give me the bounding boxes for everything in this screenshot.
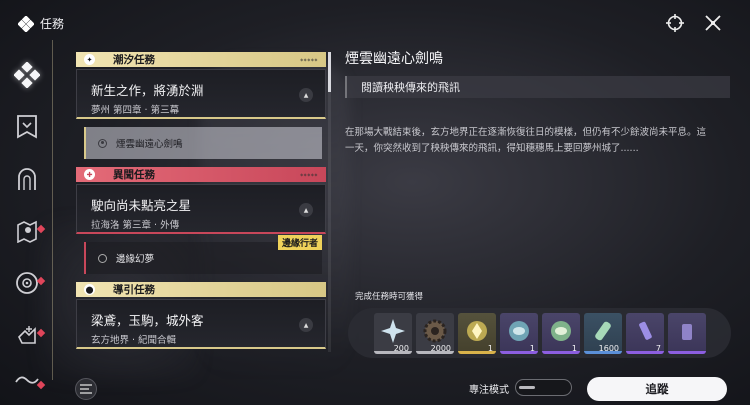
rarity-band: [584, 351, 622, 354]
left-nav: [12, 60, 46, 405]
tide-star-icon: ✦: [84, 54, 95, 65]
quest-card-tide[interactable]: 新生之作，將湧於淵 夢州 第四章 · 第三幕 ▲: [76, 69, 326, 119]
close-icon[interactable]: [704, 14, 722, 32]
quest-list-scrollbar[interactable]: [328, 52, 331, 352]
nav-compass[interactable]: [12, 268, 46, 298]
subquest-inactive[interactable]: 邊緣幻夢 邊緣行者: [84, 235, 322, 274]
quest-card-guide[interactable]: 梁鳶，玉駒，城外客 玄方地界 · 紀聞合輯 ▲: [76, 299, 326, 349]
banner-icon: [17, 115, 37, 139]
top-icons: [666, 14, 722, 32]
focus-mode-label: 專注模式: [469, 385, 509, 396]
rarity-band: [626, 351, 664, 354]
partial-item-icon: [682, 324, 692, 340]
subquest-label: 邊緣幻夢: [116, 254, 155, 265]
page-title: 任務: [40, 17, 65, 31]
category-brand-mark: ◆◆◆◆◆: [300, 172, 318, 177]
bottle-icon: [639, 321, 652, 340]
edge-runner-tag: 邊緣行者: [277, 235, 322, 250]
exp-potion-icon: [595, 321, 611, 341]
quest-chapter: 夢州 第四章 · 第三幕: [91, 105, 180, 116]
filter-button[interactable]: [75, 378, 97, 400]
rewards-strip[interactable]: 200 2000 1 1 1 1600 7: [348, 308, 731, 358]
category-label: 潮汐任務: [113, 54, 155, 66]
rarity-band: [500, 351, 538, 354]
detail-title: 煙雲幽遠心劍鳴: [345, 51, 443, 67]
reward-item[interactable]: 1: [500, 313, 538, 354]
rewards-label: 完成任務時可獲得: [355, 292, 424, 302]
category-strange: ✚ 異聞任務 ◆◆◆◆◆: [76, 167, 326, 182]
quest-chapter: 拉海洛 第三章 · 外傳: [91, 220, 180, 231]
scrollbar-thumb[interactable]: [328, 52, 331, 92]
radio-selected-icon: [98, 138, 107, 148]
toggle-knob: [519, 386, 535, 389]
quest-name: 新生之作，將湧於淵: [91, 83, 204, 98]
track-button[interactable]: 追蹤: [587, 377, 727, 401]
subquest-label: 煙雲幽遠心劍鳴: [116, 139, 183, 150]
category-tide: ✦ 潮汐任務 ◆◆◆◆◆: [76, 52, 326, 67]
rarity-band: [458, 351, 496, 354]
focus-mode-toggle[interactable]: [515, 379, 572, 396]
rarity-band: [542, 351, 580, 354]
reward-item[interactable]: 200: [374, 313, 412, 354]
arch-icon: [18, 168, 36, 190]
map-pin-icon: [17, 220, 37, 243]
quest-name: 駛向尚未點亮之星: [91, 198, 192, 213]
nav-hand[interactable]: [12, 320, 46, 350]
reward-item[interactable]: 1600: [584, 313, 622, 354]
gold-crystal-icon: [467, 321, 487, 341]
quest-list: ✦ 潮汐任務 ◆◆◆◆◆ 新生之作，將湧於淵 夢州 第四章 · 第三幕 ▲ 煙雲…: [76, 52, 326, 349]
category-label: 異聞任務: [113, 169, 155, 181]
category-label: 導引任務: [113, 284, 155, 296]
star-shard-icon: [381, 319, 405, 343]
list-filter-icon: [80, 384, 92, 394]
wave-icon: [15, 376, 39, 384]
reward-item[interactable]: 7: [626, 313, 664, 354]
echo-orb-green-icon: [551, 321, 571, 341]
guide-pin-icon: ⬤: [84, 284, 95, 295]
category-brand-mark: ◆◆◆◆◆: [300, 57, 318, 62]
collapse-icon[interactable]: ▲: [299, 88, 313, 102]
rarity-band: [668, 351, 706, 354]
reward-item[interactable]: 2000: [416, 313, 454, 354]
detail-description: 在那場大戰結束後，玄方地界正在逐漸恢復往日的模樣，但仍有不少餘波尚未平息。這一天…: [345, 127, 707, 154]
quest-diamond-icon: [14, 62, 40, 88]
gear-coin-icon: [423, 319, 447, 343]
quest-chapter: 玄方地界 · 紀聞合輯: [91, 335, 177, 346]
hand-icon: [18, 326, 36, 344]
reward-item[interactable]: 1: [542, 313, 580, 354]
rarity-band: [416, 351, 454, 354]
nav-map-pin[interactable]: [12, 216, 46, 246]
nav-quest-diamond[interactable]: [12, 60, 42, 90]
rarity-band: [374, 351, 412, 354]
subquest-active[interactable]: 煙雲幽遠心劍鳴: [84, 127, 322, 159]
notification-dot: [36, 380, 46, 390]
collapse-icon[interactable]: ▲: [299, 318, 313, 332]
header: 任務: [17, 14, 65, 33]
nav-arch[interactable]: [12, 164, 42, 194]
quest-card-strange[interactable]: 駛向尚未點亮之星 拉海洛 第三章 · 外傳 ▲: [76, 184, 326, 234]
detail-objective: 閱讀秧秧傳來的飛訊: [345, 76, 730, 98]
reward-item[interactable]: 1: [458, 313, 496, 354]
nav-wave[interactable]: [12, 372, 46, 390]
radio-unselected-icon: [98, 253, 107, 263]
quest-detail: 煙雲幽遠心劍鳴 閱讀秧秧傳來的飛訊 在那場大戰結束後，玄方地界正在逐漸恢復往日的…: [345, 48, 730, 157]
nav-banner[interactable]: [12, 112, 42, 142]
quest-name: 梁鳶，玉駒，城外客: [91, 313, 204, 328]
strange-star-icon: ✚: [84, 169, 95, 180]
echo-orb-icon: [509, 321, 529, 341]
quest-logo-icon: [17, 14, 35, 33]
category-guide: ⬤ 導引任務: [76, 282, 326, 297]
reward-item[interactable]: [668, 313, 706, 354]
compass-icon: [16, 272, 38, 294]
target-icon[interactable]: [666, 14, 684, 32]
collapse-icon[interactable]: ▲: [299, 203, 313, 217]
